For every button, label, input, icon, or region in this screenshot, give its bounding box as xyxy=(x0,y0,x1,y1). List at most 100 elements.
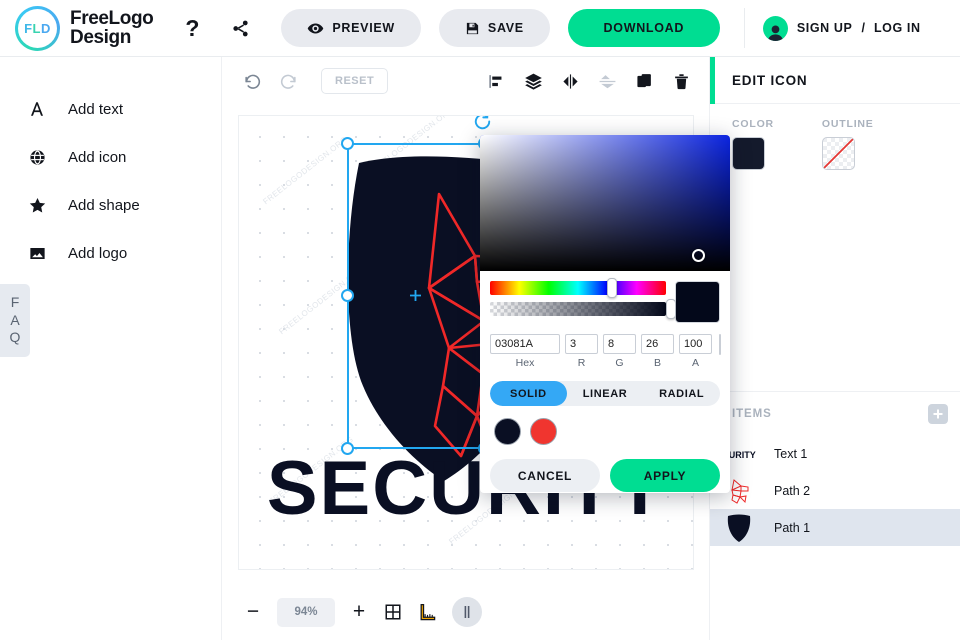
sidebar-item-add-logo[interactable]: Add logo xyxy=(0,229,221,277)
hex-input[interactable] xyxy=(490,334,560,354)
zoom-level-display[interactable]: 94% xyxy=(277,597,335,627)
floppy-disk-icon xyxy=(466,22,479,34)
color-picker-dialog: Hex R G B A SOLID LINEAR RADIAL xyxy=(480,135,730,493)
list-item[interactable]: CURITY Text 1 xyxy=(710,435,960,472)
guides-toggle-button[interactable] xyxy=(452,597,482,627)
flip-vertical-button[interactable] xyxy=(592,66,622,96)
avatar[interactable] xyxy=(762,15,788,41)
grid-toggle-button[interactable] xyxy=(378,597,408,627)
brand-name: FreeLogo Design xyxy=(70,9,154,47)
preview-button[interactable]: PREVIEW xyxy=(281,9,421,47)
green-input[interactable] xyxy=(603,334,636,354)
tab-linear[interactable]: LINEAR xyxy=(567,381,644,406)
preview-label: PREVIEW xyxy=(332,21,395,35)
red-label: R xyxy=(577,357,586,369)
hue-slider-knob[interactable] xyxy=(607,278,617,298)
account-separator: / xyxy=(861,21,865,35)
sidebar-label: Add text xyxy=(68,100,124,118)
saved-swatches xyxy=(480,406,730,445)
sv-cursor-handle[interactable] xyxy=(692,249,705,262)
item-name: Path 1 xyxy=(774,520,811,535)
image-icon xyxy=(26,244,48,263)
faq-tab[interactable]: F A Q xyxy=(0,284,30,357)
faq-letter-a: A xyxy=(10,311,20,328)
tab-solid[interactable]: SOLID xyxy=(490,381,567,406)
layers-button[interactable] xyxy=(518,66,548,96)
left-sidebar: Add text Add icon Add shape Add logo F A… xyxy=(0,57,222,640)
canvas-toolbar: RESET xyxy=(222,57,710,105)
saved-swatch[interactable] xyxy=(494,418,521,445)
brand-logo[interactable]: FLD FreeLogo Design xyxy=(15,5,154,51)
outline-swatch[interactable] xyxy=(821,137,855,170)
zoom-toolbar: − 94% + xyxy=(222,584,710,640)
log-in-link[interactable]: LOG IN xyxy=(874,21,921,35)
red-field-group: R xyxy=(565,334,598,369)
zoom-in-button[interactable]: + xyxy=(344,597,374,627)
red-input[interactable] xyxy=(565,334,598,354)
items-header: ITEMS xyxy=(710,391,960,435)
blue-input[interactable] xyxy=(641,334,674,354)
globe-icon xyxy=(26,149,48,166)
user-avatar-icon xyxy=(768,25,783,41)
list-item[interactable]: Path 2 xyxy=(710,472,960,509)
apply-button[interactable]: APPLY xyxy=(610,459,720,492)
cancel-button[interactable]: CANCEL xyxy=(490,459,600,492)
color-swatch[interactable] xyxy=(732,137,765,170)
sidebar-label: Add logo xyxy=(68,244,128,262)
no-color-icon[interactable] xyxy=(719,334,721,355)
color-fields-row: Hex R G B A xyxy=(480,323,730,369)
layers-icon xyxy=(524,73,542,90)
save-button[interactable]: SAVE xyxy=(438,9,550,47)
ruler-toggle-button[interactable] xyxy=(412,597,442,627)
alpha-slider-knob[interactable] xyxy=(666,299,676,319)
list-item[interactable]: Path 1 xyxy=(710,509,960,546)
logo-editor-app: FLD FreeLogo Design ? PREVIEW SAVE DOWNL… xyxy=(0,0,960,640)
color-controls: COLOR OUTLINE xyxy=(710,104,960,170)
delete-button[interactable] xyxy=(666,66,696,96)
reset-button[interactable]: RESET xyxy=(321,68,389,94)
align-icon xyxy=(488,74,501,88)
flip-horizontal-button[interactable] xyxy=(555,66,585,96)
app-header: FLD FreeLogo Design ? PREVIEW SAVE DOWNL… xyxy=(0,0,960,57)
question-mark-icon: ? xyxy=(185,14,200,41)
flip-vertical-icon xyxy=(599,74,615,88)
saved-swatch[interactable] xyxy=(530,418,557,445)
color-label: COLOR xyxy=(732,118,774,130)
help-button[interactable]: ? xyxy=(175,11,209,45)
alpha-slider[interactable] xyxy=(490,299,676,319)
sliders-column xyxy=(490,278,676,323)
flip-horizontal-icon xyxy=(562,73,578,89)
sign-up-link[interactable]: SIGN UP xyxy=(797,21,853,35)
redo-button[interactable] xyxy=(273,66,303,96)
items-list: CURITY Text 1 Path 2 Path 1 xyxy=(710,435,960,546)
hue-slider[interactable] xyxy=(490,278,666,298)
share-button[interactable] xyxy=(223,11,257,45)
add-item-button[interactable] xyxy=(928,403,948,424)
hex-field-group: Hex xyxy=(490,334,560,369)
share-icon xyxy=(233,20,248,36)
color-preview-swatch xyxy=(675,281,720,323)
gradient-mode-tabs: SOLID LINEAR RADIAL xyxy=(490,381,720,406)
right-panel: EDIT ICON COLOR OUTLINE ITEMS CURITY Tex… xyxy=(710,57,960,640)
download-label: DOWNLOAD xyxy=(603,21,685,35)
outline-label: OUTLINE xyxy=(821,118,874,130)
sidebar-item-add-icon[interactable]: Add icon xyxy=(0,133,221,181)
sidebar-label: Add shape xyxy=(68,196,140,214)
sidebar-item-add-shape[interactable]: Add shape xyxy=(0,181,221,229)
fld-monogram: FLD xyxy=(18,8,57,48)
green-label: G xyxy=(615,357,624,369)
items-label: ITEMS xyxy=(732,407,772,420)
alpha-input[interactable] xyxy=(679,334,712,354)
duplicate-icon xyxy=(636,73,651,87)
saturation-value-panel[interactable] xyxy=(480,135,730,271)
hex-label: Hex xyxy=(515,357,535,369)
duplicate-button[interactable] xyxy=(629,66,659,96)
zoom-out-button[interactable]: − xyxy=(238,597,268,627)
ruler-icon xyxy=(420,603,435,620)
sidebar-item-add-text[interactable]: Add text xyxy=(0,85,221,133)
align-button[interactable] xyxy=(481,66,511,96)
tab-radial[interactable]: RADIAL xyxy=(643,381,720,406)
undo-button[interactable] xyxy=(237,66,267,96)
letter-a-icon xyxy=(26,100,48,118)
download-button[interactable]: DOWNLOAD xyxy=(567,9,720,47)
